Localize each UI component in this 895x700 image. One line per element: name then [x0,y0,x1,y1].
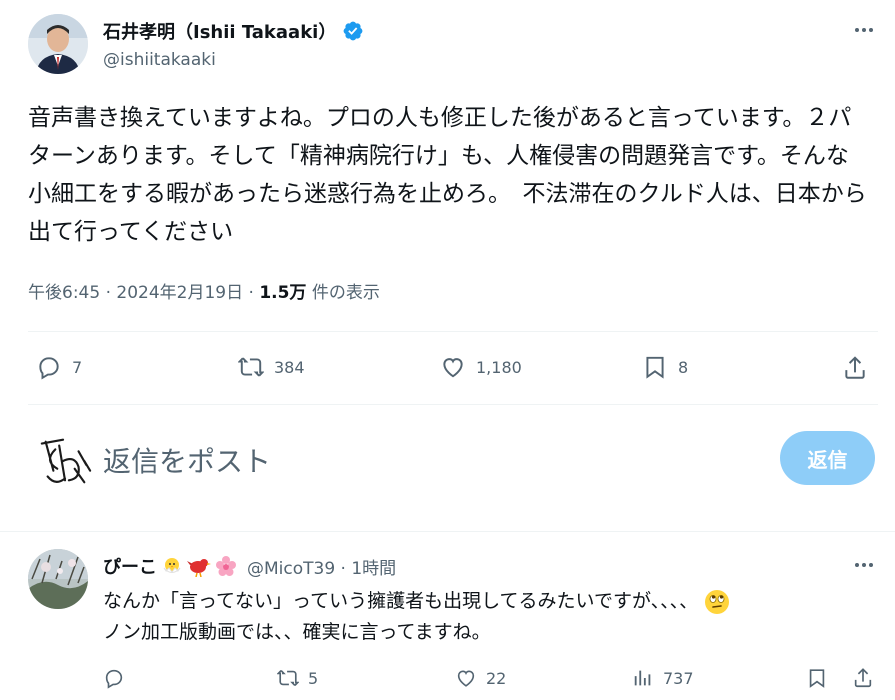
bookmark-action[interactable]: 8 [642,354,688,380]
divider-bottom [28,404,878,405]
reply-icon [39,357,59,380]
cherry-blossom-emoji [216,556,236,576]
reply-text-line1: なんか「言ってない」っていう擁護者も出現してるみたいですが、、、、 [103,590,699,612]
views-icon [634,670,651,686]
reply-repost-count: 5 [308,668,319,688]
views-count: 1.5万 [259,283,307,303]
reply-views-count: 737 [663,668,694,688]
repost-icon [277,670,299,686]
tweet-meta: 午後6:45 · 2024年2月19日 · 1.5万 件の表示 [28,278,380,303]
reply-handle-time[interactable]: @MicoT39 · 1時間 [247,554,396,579]
reply-count: 7 [72,357,83,377]
tweet-text: 音声書き換えていますよね。プロの人も修正した後があると言っています。２パターンあ… [28,105,867,245]
reply-author-name[interactable]: ぴーこ [103,553,157,579]
reply-button[interactable]: 返信 [780,431,875,485]
reply-icon [105,669,123,689]
reply-reply-action[interactable] [103,667,134,689]
reply-author-avatar[interactable] [28,549,88,609]
reply-like-action[interactable]: 22 [455,667,506,689]
reply-bookmark-icon[interactable] [806,667,828,689]
chick-emoji [163,558,181,573]
repost-count: 384 [274,357,305,377]
author-handle[interactable]: @ishiitakaaki [103,50,216,70]
verified-icon [343,21,363,41]
bird-emoji [187,559,211,577]
divider-top [28,331,878,332]
reply-views-action[interactable]: 737 [632,667,694,689]
like-icon [443,358,463,378]
reply-more-icon[interactable] [852,553,876,577]
like-icon [457,670,475,687]
reply-action[interactable]: 7 [36,354,82,380]
eye-roll-emoji [705,589,730,614]
reply-text-line2: ノン加工版動画では、、確実に言ってますね。 [103,621,491,643]
reply-input[interactable]: 返信をポスト [103,440,271,480]
author-name[interactable]: 石井孝明（Ishii Takaaki） [103,18,364,44]
reply-share-icon[interactable] [852,667,874,689]
section-separator [0,531,895,532]
repost-icon [238,357,264,377]
views-label: 件の表示 [306,283,380,303]
more-icon[interactable] [852,18,876,42]
repost-action[interactable]: 384 [238,354,305,380]
user-avatar-logo [40,438,92,484]
reply-repost-action[interactable]: 5 [277,667,318,689]
tweet-timestamp[interactable]: 午後6:45 · 2024年2月19日 · [28,283,259,303]
like-count: 1,180 [476,357,522,377]
reply-author[interactable]: ぴーこ @MicoT39 · 1時間 [103,553,396,579]
author-avatar[interactable] [28,14,88,74]
reply-text: なんか「言ってない」っていう擁護者も出現してるみたいですが、、、、 ノン加工版動… [103,586,883,648]
bookmark-icon [646,356,664,379]
reply-like-count: 22 [486,668,507,688]
share-icon[interactable] [842,355,868,381]
author-name-text[interactable]: 石井孝明（Ishii Takaaki） [103,18,336,44]
bookmark-count: 8 [678,357,689,377]
like-action[interactable]: 1,180 [440,354,522,380]
